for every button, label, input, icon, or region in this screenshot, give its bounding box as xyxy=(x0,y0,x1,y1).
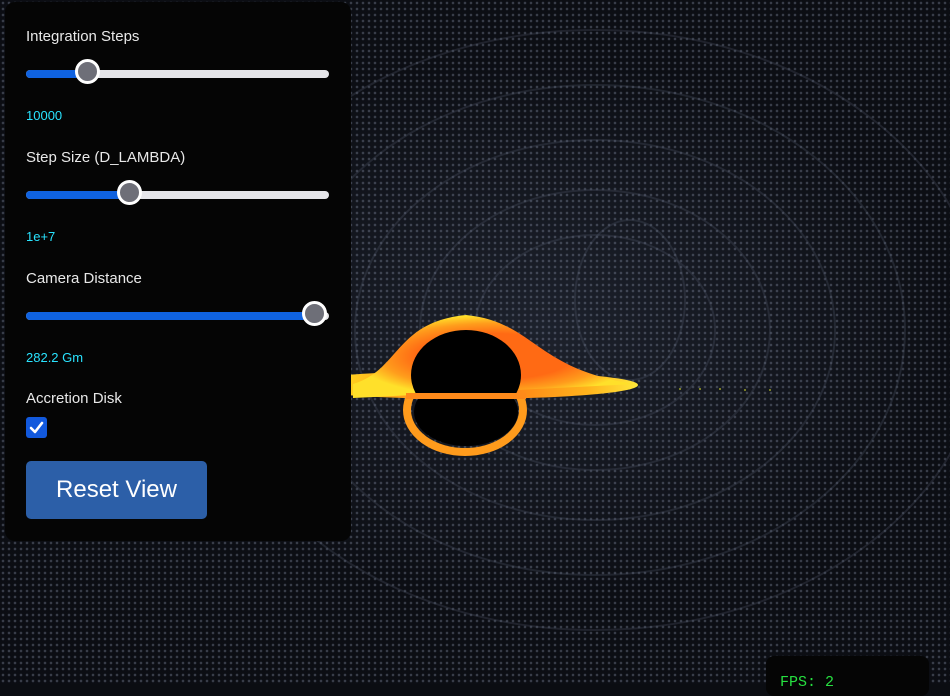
integration-steps-value: 10000 xyxy=(26,108,63,123)
fps-overlay: FPS: 2 xyxy=(766,656,929,696)
fps-counter: FPS: 2 xyxy=(780,674,835,691)
step-size-label: Step Size (D_LAMBDA) xyxy=(26,149,186,166)
camera-distance-value: 282.2 Gm xyxy=(26,350,84,365)
checkmark-icon xyxy=(29,421,44,434)
integration-steps-label: Integration Steps xyxy=(26,28,140,45)
step-size-slider[interactable] xyxy=(26,180,329,205)
integration-steps-slider[interactable] xyxy=(26,59,329,84)
reset-view-button[interactable]: Reset View xyxy=(26,461,207,519)
settings-panel: Integration Steps 10000 Step Size (D_LAM… xyxy=(5,2,351,541)
slider-thumb[interactable] xyxy=(117,180,143,205)
camera-distance-slider[interactable] xyxy=(26,301,329,326)
step-size-value: 1e+7 xyxy=(26,229,56,244)
accretion-disk-label: Accretion Disk xyxy=(26,390,122,407)
accretion-disk-checkbox[interactable] xyxy=(26,417,47,438)
slider-fill xyxy=(26,312,317,320)
slider-thumb[interactable] xyxy=(74,59,100,84)
camera-distance-label: Camera Distance xyxy=(26,270,142,287)
slider-thumb[interactable] xyxy=(301,301,327,326)
